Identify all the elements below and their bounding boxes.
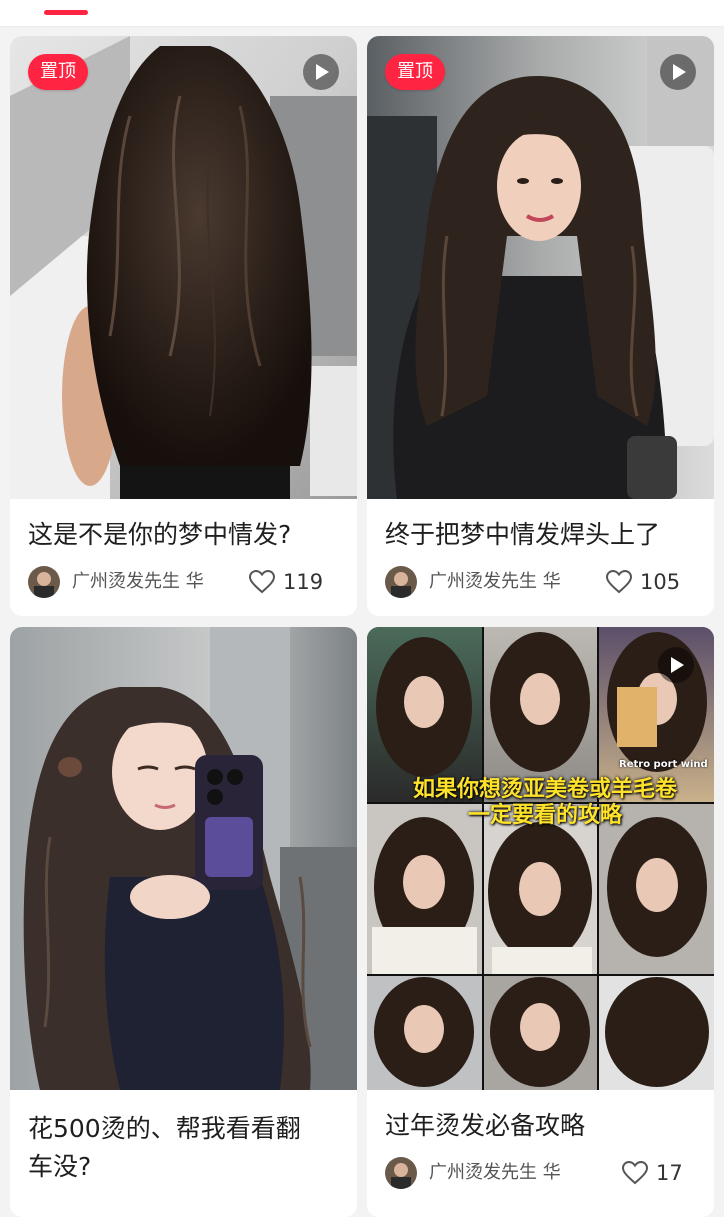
author-name[interactable]: 广州烫发先生 华 [72,564,204,600]
post-cover-image[interactable]: Retro port wind 如果你想烫亚美卷或羊毛卷 一定要看的攻略 [367,627,714,1090]
post-card-1[interactable]: 置顶 这是不是你的梦中情发? 广州烫发先生 华 119 [10,36,357,616]
cover-photo-curly-hair-collage [367,627,714,1090]
like-button[interactable]: 119 [249,564,339,600]
post-cover-image[interactable] [10,627,357,1090]
video-play-icon[interactable] [660,54,696,90]
post-meta: 广州烫发先生 华 105 [385,564,696,600]
post-card-4[interactable]: Retro port wind 如果你想烫亚美卷或羊毛卷 一定要看的攻略 过年烫… [367,627,714,1217]
video-play-icon[interactable] [658,647,694,683]
post-meta: 广州烫发先生 华 17 [385,1155,696,1191]
cover-overlay-small-text: Retro port wind [619,759,708,770]
post-title[interactable]: 终于把梦中情发焊头上了 [385,516,698,554]
like-count: 105 [640,570,681,594]
post-card-2[interactable]: 置顶 终于把梦中情发焊头上了 广州烫发先生 华 105 [367,36,714,616]
post-title-line-2[interactable]: 车没? [28,1148,341,1186]
like-count: 119 [283,570,324,594]
cover-overlay-headline: 如果你想烫亚美卷或羊毛卷 [412,777,677,802]
active-tab-indicator [44,10,88,15]
post-title[interactable]: 这是不是你的梦中情发? [28,516,341,554]
cover-overlay-subline: 一定要看的攻略 [467,803,622,828]
like-button[interactable]: 17 [622,1155,696,1191]
video-play-icon[interactable] [303,54,339,90]
post-cover-image[interactable]: 置顶 [367,36,714,499]
like-count: 17 [656,1161,683,1185]
cover-photo-woman-curly-hair [367,36,714,499]
post-cover-image[interactable]: 置顶 [10,36,357,499]
like-button[interactable]: 105 [606,564,696,600]
post-meta: 广州烫发先生 华 119 [28,564,339,600]
heart-icon [622,1161,648,1185]
cover-photo-back-of-wavy-hair [10,36,357,499]
heart-icon [249,570,275,594]
top-bar [0,0,724,27]
author-name[interactable]: 广州烫发先生 华 [429,564,561,600]
author-avatar[interactable] [385,1157,417,1189]
post-title-line-1[interactable]: 花500烫的、帮我看看翻 [28,1110,341,1148]
post-card-3[interactable]: 花500烫的、帮我看看翻 车没? [10,627,357,1217]
author-name[interactable]: 广州烫发先生 华 [429,1155,561,1191]
author-avatar[interactable] [28,566,60,598]
cover-photo-mirror-selfie [10,627,357,1090]
author-avatar[interactable] [385,566,417,598]
heart-icon [606,570,632,594]
post-title[interactable]: 过年烫发必备攻略 [385,1107,698,1145]
pinned-badge: 置顶 [385,54,445,90]
pinned-badge: 置顶 [28,54,88,90]
